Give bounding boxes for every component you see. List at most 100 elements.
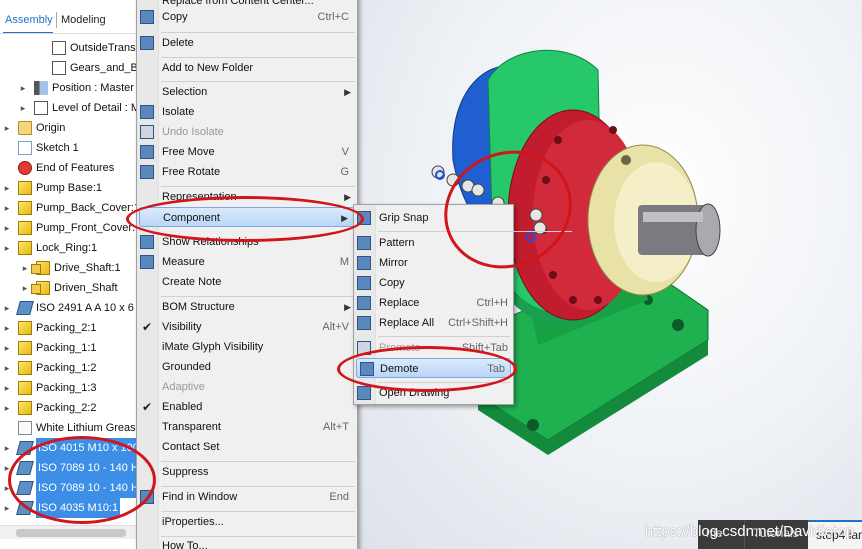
menu-item-visibility[interactable]: ✔ Visibility Alt+V bbox=[137, 317, 357, 337]
menu-item-free-rotate[interactable]: Free Rotate G bbox=[137, 162, 357, 182]
browser-node[interactable]: ▸ Origin bbox=[0, 118, 137, 138]
browser-node-label: ISO 4015 M10 x 100 bbox=[36, 438, 137, 458]
menu-item-find-in-window[interactable]: Find in Window End bbox=[137, 487, 357, 507]
expand-arrow-icon[interactable]: ▸ bbox=[2, 438, 12, 458]
grease-icon bbox=[18, 421, 32, 435]
menu-item-copy[interactable]: Copy Ctrl+C bbox=[137, 7, 357, 27]
part-icon bbox=[18, 401, 32, 415]
isolate-icon bbox=[140, 105, 154, 119]
browser-node[interactable]: ▸ Pump Base:1 bbox=[0, 178, 137, 198]
browser-node[interactable]: ▸ Packing_1:3 bbox=[0, 378, 137, 398]
expand-arrow-icon[interactable]: ▸ bbox=[2, 458, 12, 478]
menu-item-isolate[interactable]: Isolate bbox=[137, 102, 357, 122]
expand-arrow-icon[interactable]: ▸ bbox=[2, 498, 12, 518]
part-icon bbox=[18, 201, 32, 215]
browser-node[interactable]: White Lithium Grease: bbox=[0, 418, 137, 438]
menu-item-enabled[interactable]: ✔ Enabled bbox=[137, 397, 357, 417]
browser-node-label: Packing_1:1 bbox=[36, 342, 97, 354]
browser-node[interactable]: Sketch 1 bbox=[0, 138, 137, 158]
menu-item-free-move[interactable]: Free Move V bbox=[137, 142, 357, 162]
browser-node[interactable]: ▸ ISO 7089 10 - 140 H bbox=[0, 478, 137, 498]
scrollbar-thumb[interactable] bbox=[16, 529, 126, 537]
browser-node[interactable]: ▸ Position : Master bbox=[0, 78, 137, 98]
menu-item-create-note[interactable]: Create Note bbox=[137, 272, 357, 292]
expand-arrow-icon[interactable]: ▸ bbox=[2, 218, 12, 238]
menu-shortcut: Alt+V bbox=[322, 321, 349, 333]
browser-node-label: ISO 2491 A A 10 x 6 bbox=[36, 302, 134, 314]
menu-item-delete[interactable]: Delete bbox=[137, 33, 357, 53]
browser-node[interactable]: OutsideTranspa bbox=[0, 38, 137, 58]
expand-arrow-icon[interactable]: ▸ bbox=[2, 238, 12, 258]
expand-arrow-icon[interactable]: ▸ bbox=[2, 198, 12, 218]
expand-arrow-icon[interactable]: ▸ bbox=[20, 258, 30, 278]
expand-arrow-icon[interactable]: ▸ bbox=[2, 478, 12, 498]
menu-item-grounded[interactable]: Grounded bbox=[137, 357, 357, 377]
menu-item-how-to[interactable]: How To... bbox=[137, 536, 357, 549]
menu-item-mirror[interactable]: Mirror bbox=[354, 253, 513, 273]
menu-item-copy[interactable]: Copy bbox=[354, 273, 513, 293]
expand-arrow-icon[interactable]: ▸ bbox=[18, 78, 28, 98]
copy-component-icon bbox=[357, 276, 371, 290]
menu-item-pattern[interactable]: Pattern bbox=[354, 233, 513, 253]
browser-node-label: Pump_Front_Cover: bbox=[36, 222, 136, 234]
tab-modeling[interactable]: Modeling bbox=[61, 14, 106, 26]
expand-arrow-icon[interactable]: ▸ bbox=[2, 378, 12, 398]
menu-item-demote[interactable]: Demote Tab bbox=[356, 358, 511, 378]
expand-arrow-icon[interactable]: ▸ bbox=[2, 118, 12, 138]
browser-node[interactable]: ▸ Packing_2:2 bbox=[0, 398, 137, 418]
expand-arrow-icon[interactable]: ▸ bbox=[2, 298, 12, 318]
browser-node[interactable]: ▸ Level of Detail : M bbox=[0, 98, 137, 118]
menu-item-open-drawing[interactable]: Open Drawing bbox=[354, 383, 513, 403]
grip-snap-icon bbox=[357, 211, 371, 225]
open-drawing-icon bbox=[357, 386, 371, 400]
browser-node-label: Pump Base:1 bbox=[36, 182, 103, 194]
folder-icon bbox=[18, 121, 32, 135]
browser-node[interactable]: ▸ Packing_1:1 bbox=[0, 338, 137, 358]
menu-item-transparent[interactable]: Transparent Alt+T bbox=[137, 417, 357, 437]
menu-item-component[interactable]: Component ▶ bbox=[139, 207, 355, 227]
browser-horizontal-scrollbar[interactable] bbox=[0, 525, 137, 539]
menu-item-show-relationships[interactable]: Show Relationships bbox=[137, 232, 357, 252]
view-rep-icon bbox=[52, 41, 66, 55]
browser-node[interactable]: ▸ ISO 2491 A A 10 x 6 bbox=[0, 298, 137, 318]
menu-item-undo-isolate: Undo Isolate bbox=[137, 122, 357, 142]
expand-arrow-icon[interactable]: ▸ bbox=[2, 398, 12, 418]
expand-arrow-icon[interactable]: ▸ bbox=[2, 338, 12, 358]
tab-assembly[interactable]: Assembly bbox=[5, 14, 53, 26]
menu-item-representation[interactable]: Representation ▶ bbox=[137, 187, 357, 207]
expand-arrow-icon[interactable]: ▸ bbox=[2, 318, 12, 338]
expand-arrow-icon[interactable]: ▸ bbox=[2, 358, 12, 378]
expand-arrow-icon[interactable]: ▸ bbox=[20, 278, 30, 298]
menu-item-label: Suppress bbox=[162, 466, 209, 478]
browser-node-label: Sketch 1 bbox=[36, 142, 79, 154]
browser-node[interactable]: Gears_and_Ba bbox=[0, 58, 137, 78]
browser-node[interactable]: ▸ Driven_Shaft bbox=[0, 278, 137, 298]
menu-item-label: Copy bbox=[162, 11, 188, 23]
menu-item-imate-glyph-visibility[interactable]: iMate Glyph Visibility bbox=[137, 337, 357, 357]
menu-item-suppress[interactable]: Suppress bbox=[137, 462, 357, 482]
menu-item-grip-snap[interactable]: Grip Snap bbox=[354, 208, 513, 228]
browser-node[interactable]: ▸ ISO 4035 M10:1 bbox=[0, 498, 137, 518]
menu-item-replace-all[interactable]: Replace All Ctrl+Shift+H bbox=[354, 313, 513, 333]
menu-item-selection[interactable]: Selection ▶ bbox=[137, 82, 357, 102]
browser-node[interactable]: ▸ Packing_1:2 bbox=[0, 358, 137, 378]
browser-node[interactable]: ▸ Packing_2:1 bbox=[0, 318, 137, 338]
browser-node[interactable]: ▸ Lock_Ring:1 bbox=[0, 238, 137, 258]
menu-item-bom-structure[interactable]: BOM Structure ▶ bbox=[137, 297, 357, 317]
browser-node[interactable]: ▸ ISO 4015 M10 x 100 bbox=[0, 438, 137, 458]
free-move-icon bbox=[140, 145, 154, 159]
expand-arrow-icon[interactable]: ▸ bbox=[2, 178, 12, 198]
menu-item-contact-set[interactable]: Contact Set bbox=[137, 437, 357, 457]
browser-node[interactable]: ▸ Pump_Back_Cover:1 bbox=[0, 198, 137, 218]
browser-node[interactable]: End of Features bbox=[0, 158, 137, 178]
menu-item-iproperties[interactable]: iProperties... bbox=[137, 512, 357, 532]
expand-arrow-icon[interactable]: ▸ bbox=[18, 98, 28, 118]
browser-node[interactable]: ▸ Pump_Front_Cover: bbox=[0, 218, 137, 238]
menu-item-measure[interactable]: Measure M bbox=[137, 252, 357, 272]
browser-node[interactable]: ▸ Drive_Shaft:1 bbox=[0, 258, 137, 278]
browser-node[interactable]: ▸ ISO 7089 10 - 140 H bbox=[0, 458, 137, 478]
model-browser: Assembly Modeling OutsideTranspa Gears_an… bbox=[0, 0, 138, 549]
submenu-arrow-icon: ▶ bbox=[344, 192, 351, 202]
menu-item-add-to-new-folder[interactable]: Add to New Folder bbox=[137, 58, 357, 78]
menu-item-replace[interactable]: Replace Ctrl+H bbox=[354, 293, 513, 313]
